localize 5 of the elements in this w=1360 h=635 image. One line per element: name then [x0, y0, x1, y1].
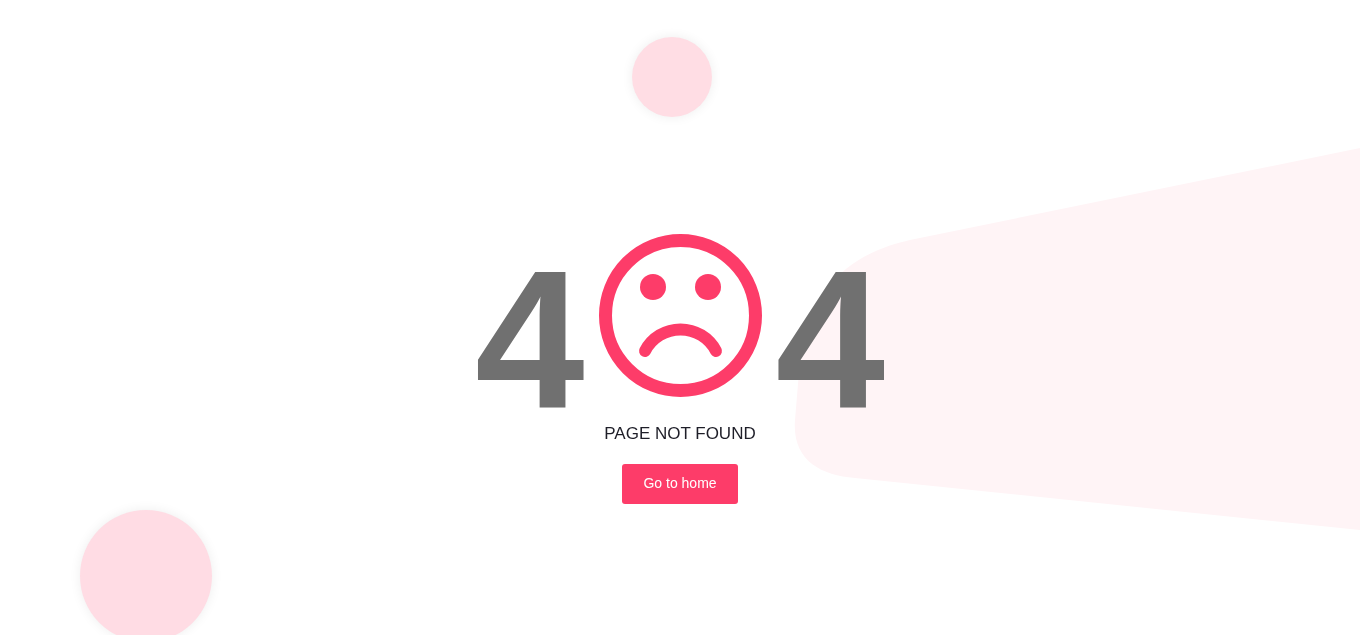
home-button[interactable]: Go to home: [622, 463, 738, 504]
sad-face-icon: [598, 234, 762, 397]
error-digit: 4: [474, 267, 585, 415]
error-digit: 4: [775, 267, 886, 415]
error-message: PAGE NOT FOUND: [604, 422, 756, 445]
